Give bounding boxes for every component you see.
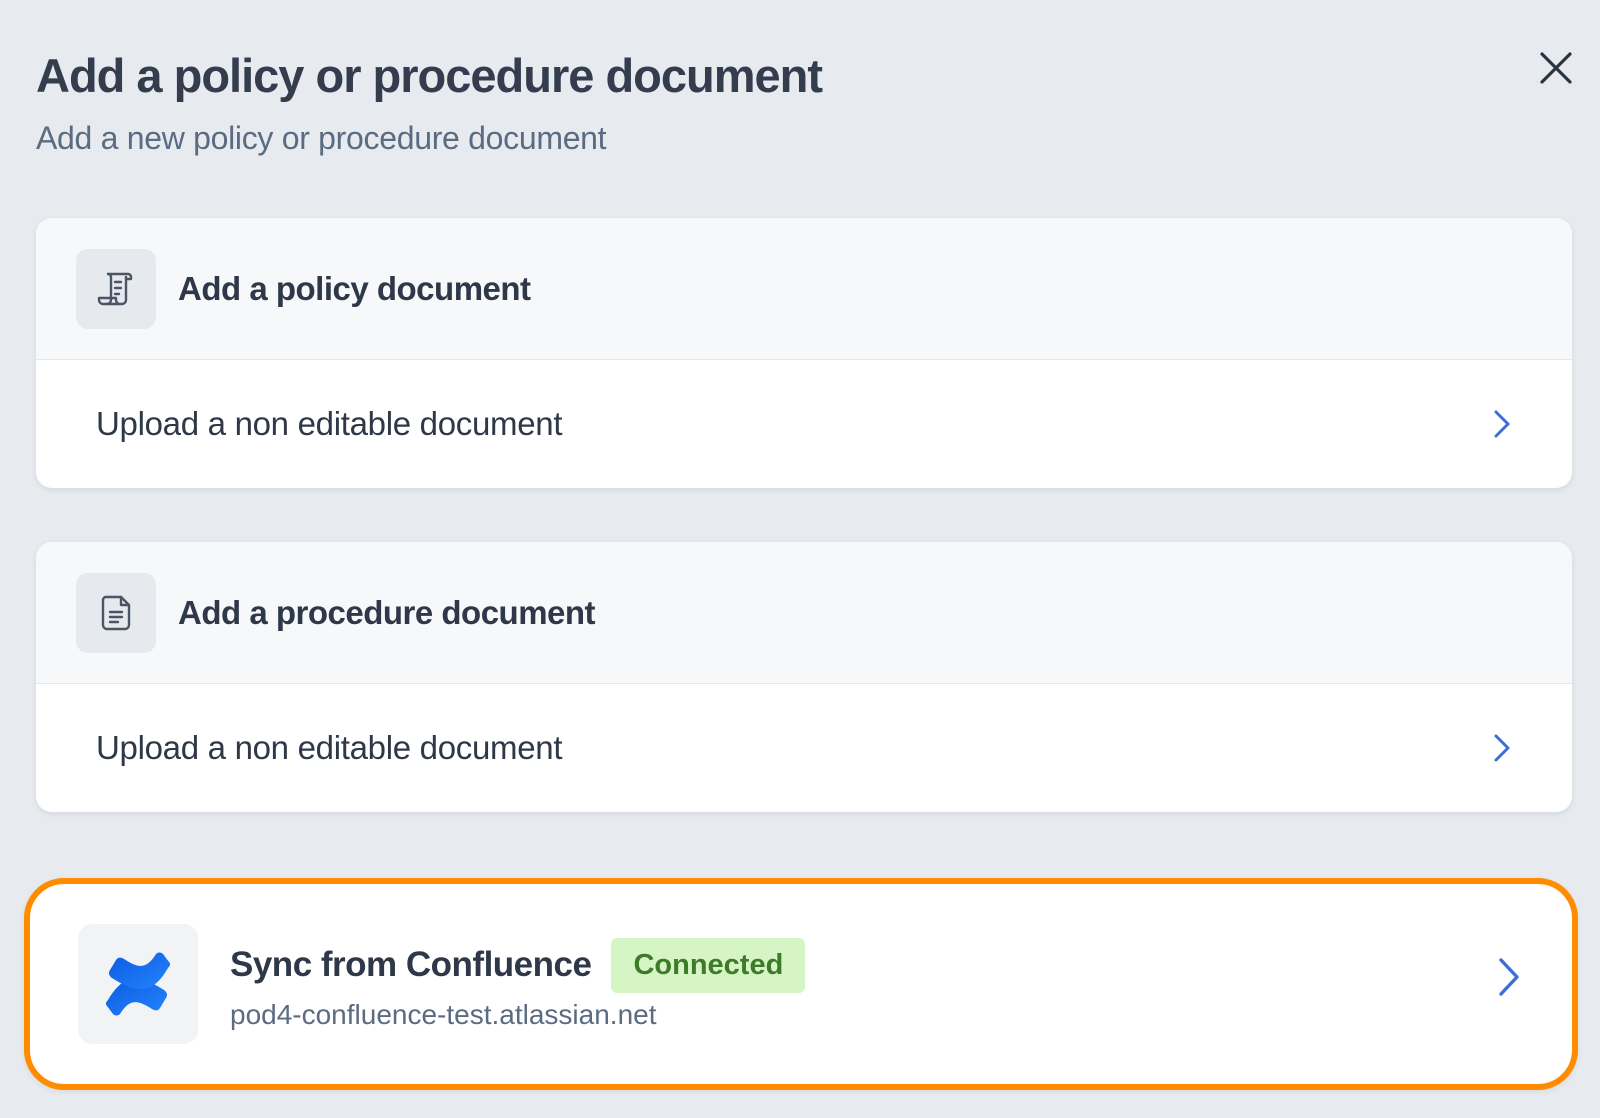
sync-confluence-card[interactable]: Sync from Confluence Connected pod4-conf… <box>24 878 1578 1090</box>
dialog-title: Add a policy or procedure document <box>36 49 823 102</box>
confluence-url: pod4-confluence-test.atlassian.net <box>230 998 657 1030</box>
procedure-upload-label: Upload a non editable document <box>96 729 563 766</box>
scroll-document-icon <box>97 272 133 305</box>
chevron-right-icon <box>1499 958 1519 996</box>
policy-upload-label: Upload a non editable document <box>96 405 563 442</box>
confluence-logo-icon <box>105 952 171 1016</box>
policy-icon-box <box>76 248 156 329</box>
procedure-upload-row[interactable]: Upload a non editable document <box>36 684 1572 812</box>
status-badge: Connected <box>611 937 806 993</box>
policy-document-card: Add a policy document Upload a non edita… <box>36 218 1572 488</box>
close-button[interactable] <box>1532 44 1580 92</box>
policy-card-title: Add a policy document <box>178 269 531 307</box>
procedure-card-header: Add a procedure document <box>36 542 1572 684</box>
sync-text-block: Sync from Confluence Connected pod4-conf… <box>230 937 806 1031</box>
chevron-right-icon <box>1494 734 1510 762</box>
procedure-card-title: Add a procedure document <box>178 593 596 631</box>
dialog-subtitle: Add a new policy or procedure document <box>36 120 607 156</box>
procedure-icon-box <box>76 572 156 653</box>
policy-upload-row[interactable]: Upload a non editable document <box>36 360 1572 488</box>
procedure-document-card: Add a procedure document Upload a non ed… <box>36 542 1572 812</box>
close-icon <box>1540 52 1572 84</box>
chevron-right-icon <box>1494 410 1510 438</box>
sync-title-line: Sync from Confluence Connected <box>230 937 806 993</box>
document-lines-icon <box>101 595 131 630</box>
policy-card-header: Add a policy document <box>36 218 1572 360</box>
confluence-icon-box <box>78 924 198 1044</box>
sync-title: Sync from Confluence <box>230 945 592 984</box>
add-document-dialog: Add a policy or procedure document Add a… <box>0 0 1600 1118</box>
